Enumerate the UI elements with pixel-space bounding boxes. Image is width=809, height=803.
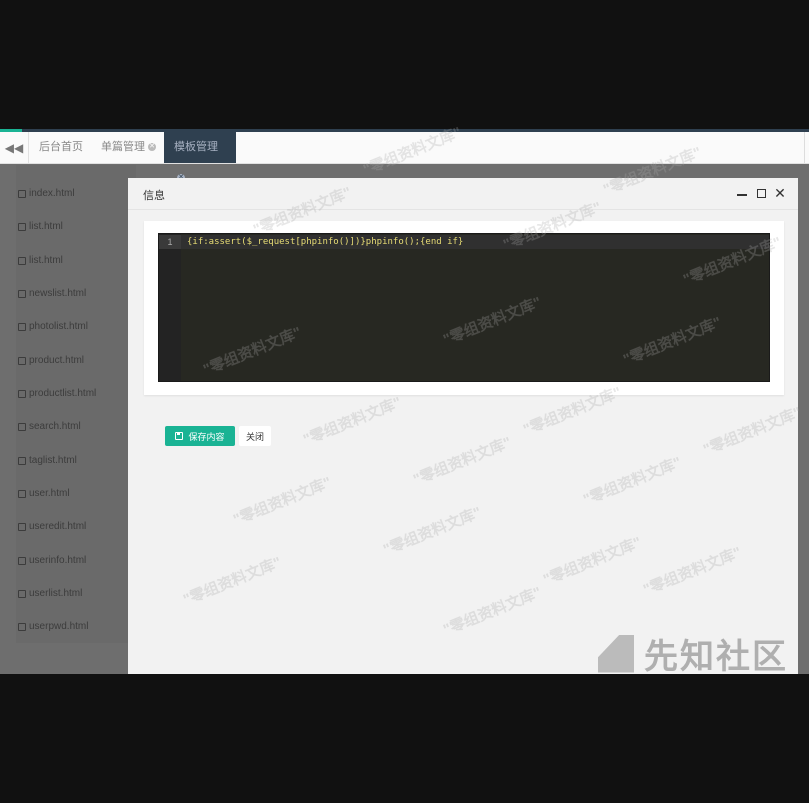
save-button-label: 保存内容 <box>188 431 225 442</box>
edit-icon <box>18 256 26 265</box>
logo-text: 先知社区 <box>644 638 788 676</box>
file-item[interactable]: userpwd.html <box>18 621 88 632</box>
minimize-button[interactable] <box>735 186 749 200</box>
edit-icon <box>18 456 26 465</box>
line-number: 1 <box>159 235 181 249</box>
file-item[interactable]: user.html <box>18 488 70 499</box>
edit-icon <box>18 222 26 231</box>
file-item[interactable]: search.html <box>18 421 81 432</box>
file-item[interactable]: taglist.html <box>18 455 77 466</box>
app-window: ◀◀ 后台首页 单篇管理✕ 模板管理✕ index.html list.html… <box>0 129 809 674</box>
maximize-button[interactable] <box>754 186 768 200</box>
close-icon: ✕ <box>774 185 786 201</box>
tab-home[interactable]: 后台首页 <box>29 132 93 163</box>
close-button-label: 关闭 <box>245 431 264 442</box>
edit-icon <box>18 289 26 298</box>
code-editor[interactable]: 1 {if:assert($_request[phpinfo()])}phpin… <box>158 233 770 382</box>
logo-mark-icon <box>598 634 634 673</box>
tab-bar: ◀◀ 后台首页 单篇管理✕ 模板管理✕ <box>0 132 809 183</box>
file-item[interactable]: newslist.html <box>18 288 86 299</box>
file-item[interactable]: useredit.html <box>18 521 86 532</box>
file-item[interactable]: userlist.html <box>18 588 82 599</box>
dialog-title: 信息 <box>143 190 165 202</box>
edit-icon <box>18 189 26 198</box>
edit-icon <box>18 489 26 498</box>
editor-gutter <box>159 234 181 381</box>
edit-icon <box>18 422 26 431</box>
tab-scroll-right-button[interactable] <box>804 132 809 163</box>
xianzhi-logo: 先知社区 <box>598 629 788 678</box>
editor-panel: 1 {if:assert($_request[phpinfo()])}phpin… <box>144 221 784 395</box>
close-button[interactable]: ✕ <box>773 186 787 200</box>
tab-template[interactable]: 模板管理✕ <box>164 132 236 183</box>
tab-single-page[interactable]: 单篇管理 ✕ <box>91 132 166 163</box>
info-dialog: 信息 ✕ 1 {if:assert($_request[phpinfo()])}… <box>128 178 798 674</box>
edit-icon <box>18 389 26 398</box>
double-left-arrow-icon: ◀◀ <box>4 140 24 155</box>
template-file-list <box>16 165 136 643</box>
close-icon[interactable]: ✕ <box>148 143 156 152</box>
tab-label: 模板管理 <box>174 141 218 153</box>
minimize-icon <box>737 194 747 196</box>
tab-scroll-left-button[interactable]: ◀◀ <box>0 132 29 163</box>
file-item[interactable]: index.html <box>18 188 75 199</box>
file-item[interactable]: list.html <box>18 255 63 266</box>
save-button[interactable]: 保存内容 <box>165 426 235 446</box>
tab-label: 单篇管理 <box>101 141 145 153</box>
edit-icon <box>18 522 26 531</box>
file-item[interactable]: userinfo.html <box>18 555 86 566</box>
file-item[interactable]: product.html <box>18 355 84 366</box>
edit-icon <box>18 322 26 331</box>
save-icon <box>175 432 184 440</box>
file-item[interactable]: photolist.html <box>18 321 88 332</box>
edit-icon <box>18 622 26 631</box>
maximize-icon <box>756 188 766 198</box>
edit-icon <box>18 556 26 565</box>
code-line[interactable]: {if:assert($_request[phpinfo()])}phpinfo… <box>187 235 463 249</box>
file-item[interactable]: list.html <box>18 221 63 232</box>
close-dialog-button[interactable]: 关闭 <box>239 426 271 446</box>
edit-icon <box>18 589 26 598</box>
edit-icon <box>18 356 26 365</box>
tab-label: 后台首页 <box>39 141 83 153</box>
dialog-header: 信息 ✕ <box>128 178 798 210</box>
file-item[interactable]: productlist.html <box>18 388 96 399</box>
